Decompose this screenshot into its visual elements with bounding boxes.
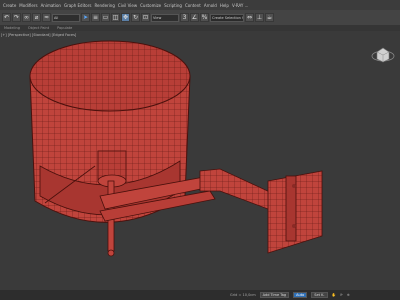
menu-create[interactable]: Create [3, 3, 16, 8]
zoom-icon[interactable]: ⊕ [347, 293, 350, 297]
ribbon-tab-object-paint[interactable]: Object Paint [28, 26, 49, 30]
menu-modifiers[interactable]: Modifiers [19, 3, 37, 8]
grid-readout: Grid = 10,0cm [230, 293, 256, 297]
menu-bar: Create Modifiers Animation Graph Editors… [0, 0, 400, 10]
menu-civil-view[interactable]: Civil View [118, 3, 137, 8]
menu-animation[interactable]: Animation [41, 3, 61, 8]
status-bar: Grid = 10,0cm Add Time Tag Auto Set K. ✋… [0, 290, 400, 300]
wall-lamp-model [29, 40, 395, 257]
menu-scripting[interactable]: Scripting [164, 3, 182, 8]
bind-icon[interactable]: ≈ [42, 13, 51, 22]
unlink-icon[interactable]: ⌀ [32, 13, 41, 22]
menu-help[interactable]: Help [220, 3, 229, 8]
menu-vray[interactable]: V-RAY ... [232, 3, 249, 8]
menu-rendering[interactable]: Rendering [94, 3, 114, 8]
view-dropdown[interactable]: View [151, 13, 179, 22]
auto-key-button[interactable]: Auto [293, 292, 308, 298]
named-selection-input[interactable]: Create Selection Se [210, 13, 244, 22]
mirror-icon[interactable]: ⇔ [245, 13, 254, 22]
window-crossing-icon[interactable]: ◫ [111, 13, 120, 22]
undo-icon[interactable]: ↶ [2, 13, 11, 22]
viewport-label[interactable]: [+] [Perspective] [Standard] [Edged Face… [1, 33, 76, 37]
redo-icon[interactable]: ↷ [12, 13, 21, 22]
orbit-icon[interactable]: ⟳ [340, 293, 343, 297]
pan-icon[interactable]: ✋ [332, 293, 336, 297]
viewcube-icon[interactable] [371, 47, 395, 63]
select-by-name-icon[interactable]: ≡ [91, 13, 100, 22]
add-time-tag-button[interactable]: Add Time Tag [259, 292, 290, 298]
rect-region-icon[interactable]: ▭ [101, 13, 110, 22]
angle-snap-icon[interactable]: ∠ [190, 13, 199, 22]
move-icon[interactable]: ✥ [121, 13, 130, 22]
menu-customize[interactable]: Customize [140, 3, 161, 8]
select-icon[interactable]: ➤ [81, 13, 90, 22]
perspective-viewport[interactable] [0, 31, 400, 290]
menu-arnold[interactable]: Arnold [204, 3, 217, 8]
wall-plate [267, 170, 323, 254]
set-key-button[interactable]: Set K. [311, 292, 328, 298]
scale-icon[interactable]: ⊡ [141, 13, 150, 22]
menu-graph-editors[interactable]: Graph Editors [64, 3, 91, 8]
menu-content[interactable]: Content [185, 3, 201, 8]
selection-filter-dropdown[interactable]: All [52, 13, 80, 22]
rotate-icon[interactable]: ↻ [131, 13, 140, 22]
align-icon[interactable]: ⊥ [255, 13, 264, 22]
percent-snap-icon[interactable]: % [200, 13, 209, 22]
ribbon-tab-populate[interactable]: Populate [57, 26, 72, 30]
snap-icon[interactable]: 3 [180, 13, 189, 22]
main-toolbar: ↶ ↷ ∞ ⌀ ≈ All ➤ ≡ ▭ ◫ ✥ ↻ ⊡ View 3 ∠ % C… [0, 10, 400, 25]
render-icon[interactable]: ☕ [265, 13, 274, 22]
ribbon-tab-modeling[interactable]: Modeling [4, 26, 20, 30]
link-icon[interactable]: ∞ [22, 13, 31, 22]
